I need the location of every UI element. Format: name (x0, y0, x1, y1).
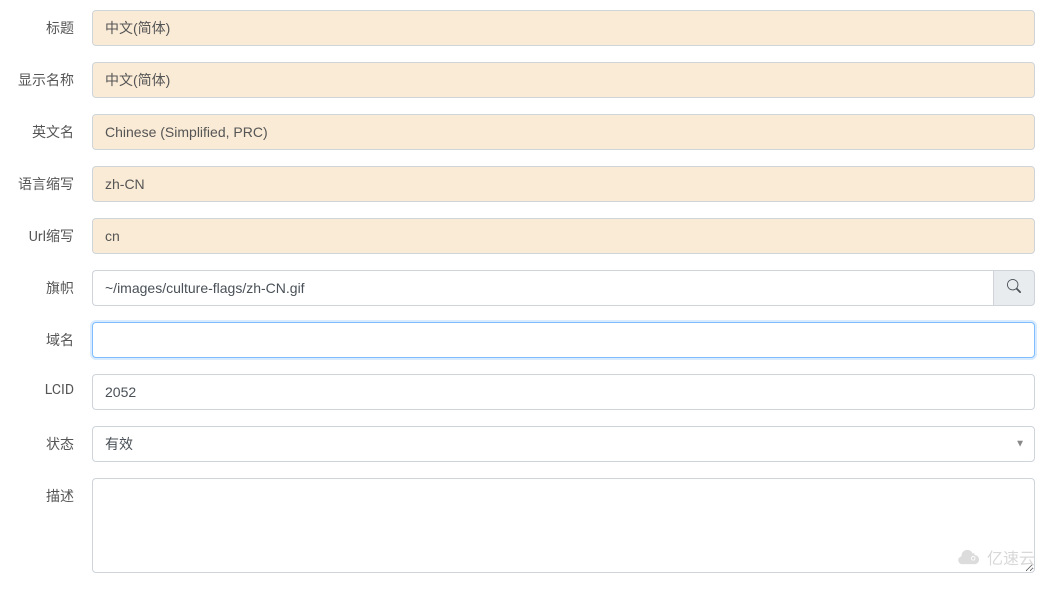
url-abbr-input[interactable] (92, 218, 1035, 254)
domain-label: 域名 (12, 322, 92, 350)
url-abbr-label: Url缩写 (12, 218, 92, 246)
description-label: 描述 (12, 478, 92, 506)
language-abbr-label: 语言缩写 (12, 166, 92, 194)
flag-label: 旗帜 (12, 270, 92, 298)
flag-input[interactable] (92, 270, 993, 306)
language-abbr-input[interactable] (92, 166, 1035, 202)
title-input[interactable] (92, 10, 1035, 46)
status-select[interactable]: 有效 (92, 426, 1035, 462)
lcid-input[interactable] (92, 374, 1035, 410)
english-name-label: 英文名 (12, 114, 92, 142)
description-textarea[interactable] (92, 478, 1035, 573)
display-name-input[interactable] (92, 62, 1035, 98)
title-label: 标题 (12, 10, 92, 38)
domain-input[interactable] (92, 322, 1035, 358)
flag-browse-button[interactable] (993, 270, 1035, 306)
english-name-input[interactable] (92, 114, 1035, 150)
display-name-label: 显示名称 (12, 62, 92, 90)
status-label: 状态 (12, 426, 92, 454)
lcid-label: LCID (12, 374, 92, 398)
search-icon (1007, 279, 1021, 297)
